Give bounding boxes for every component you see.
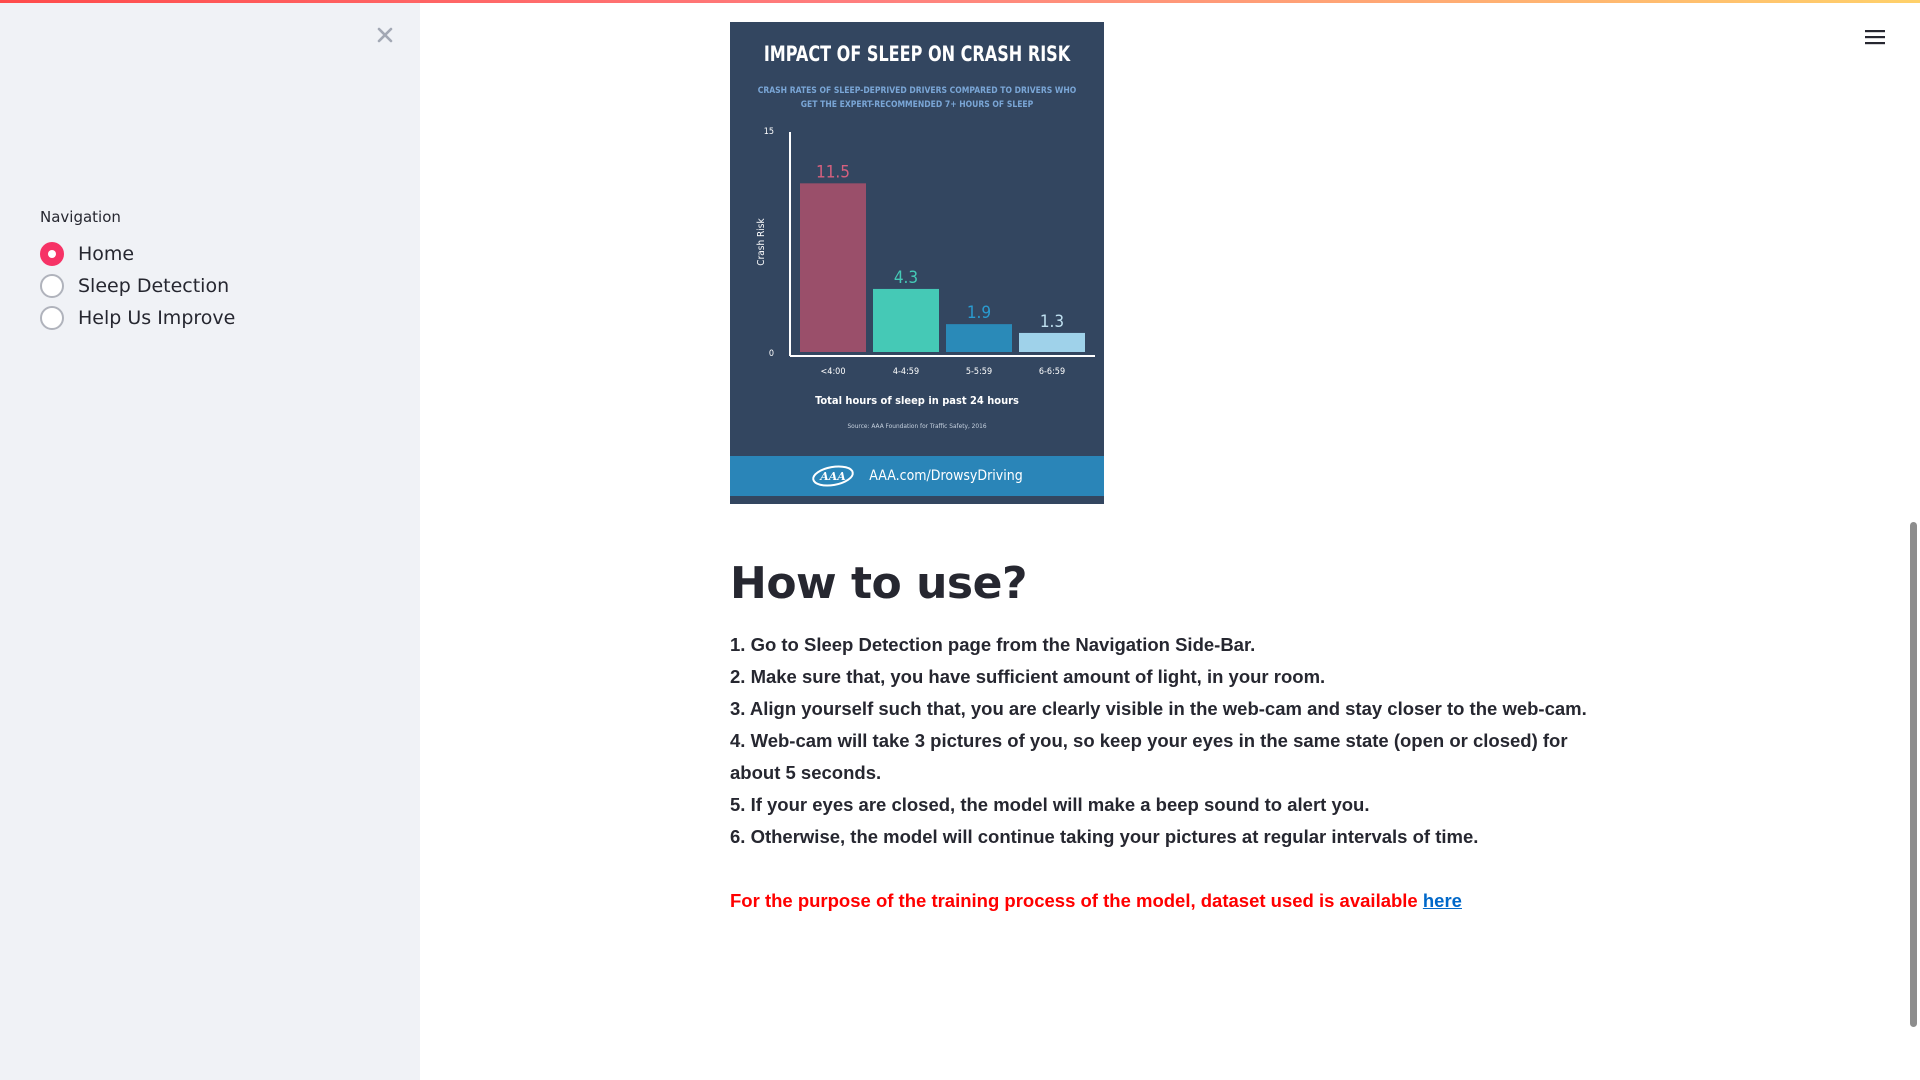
navigation-radio-group: Home Sleep Detection Help Us Improve: [40, 238, 235, 334]
vertical-scrollbar[interactable]: [1910, 522, 1917, 1027]
bar-value-label: 11.5: [816, 162, 850, 182]
bar-value-label: 1.3: [1040, 312, 1064, 332]
infographic-footer: AAA AAA.com/DrowsyDriving: [730, 456, 1104, 496]
instruction-step: 1. Go to Sleep Detection page from the N…: [730, 634, 1256, 655]
bar-value-label: 1.9: [967, 303, 991, 323]
how-to-use-heading: How to use?: [730, 558, 1027, 609]
hamburger-menu-button[interactable]: [1860, 24, 1890, 50]
y-axis-label: Crash Risk: [756, 218, 767, 266]
top-decoration-bar: [0, 0, 1920, 3]
nav-option-home[interactable]: Home: [40, 238, 235, 270]
aaa-logo-text: AAA: [819, 470, 846, 483]
close-sidebar-button[interactable]: [368, 18, 402, 52]
instruction-step: 2. Make sure that, you have sufficient a…: [730, 666, 1326, 687]
instruction-step: 5. If your eyes are closed, the model wi…: [730, 794, 1370, 815]
crash-risk-bar-chart: 15 0 Crash Risk 11.5 <4:00 4.3 4-4:59 1.9 5-5:59…: [756, 127, 1095, 430]
y-tick-label: 15: [764, 127, 774, 137]
nav-option-home-label: Home: [78, 243, 135, 265]
main-content: IMPACT OF SLEEP ON CRASH RISK Crash rate…: [730, 22, 1610, 917]
radio-dot: [48, 250, 56, 258]
aaa-logo-icon: AAA: [812, 465, 855, 487]
radio-button-help-us-improve[interactable]: [40, 306, 64, 330]
x-tick-label: 6-6:59: [1039, 367, 1065, 377]
x-tick-label: <4:00: [821, 367, 846, 377]
x-tick-label: 5-5:59: [966, 367, 992, 377]
sidebar: Navigation Home Sleep Detection Help Us …: [0, 0, 420, 1080]
nav-option-help-us-improve[interactable]: Help Us Improve: [40, 302, 235, 334]
instruction-step: 4. Web-cam will take 3 pictures of you, …: [730, 730, 1568, 783]
y-tick-label: 0: [769, 349, 774, 359]
nav-option-sleep-detection-label: Sleep Detection: [78, 275, 230, 297]
nav-option-help-us-improve-label: Help Us Improve: [78, 307, 236, 329]
infographic-footer-url: AAA.com/DrowsyDriving: [869, 468, 1023, 484]
crash-risk-infographic: IMPACT OF SLEEP ON CRASH RISK Crash rate…: [730, 22, 1104, 504]
dataset-note-text: For the purpose of the training process …: [730, 890, 1423, 911]
x-axis-label: Total hours of sleep in past 24 hours: [815, 394, 1019, 407]
x-tick-label: 4-4:59: [893, 367, 919, 377]
bar: [800, 183, 866, 352]
radio-button-sleep-detection[interactable]: [40, 274, 64, 298]
dataset-note: For the purpose of the training process …: [730, 885, 1610, 917]
radio-button-home[interactable]: [40, 242, 64, 266]
instruction-step: 6. Otherwise, the model will continue ta…: [730, 826, 1479, 847]
nav-option-sleep-detection[interactable]: Sleep Detection: [40, 270, 235, 302]
bar-value-label: 4.3: [894, 268, 918, 288]
dataset-link[interactable]: here: [1423, 890, 1462, 911]
navigation-label: Navigation: [40, 208, 121, 226]
close-icon: [377, 27, 393, 43]
source-label: Source: AAA Foundation for Traffic Safet…: [847, 422, 986, 430]
instruction-step: 3. Align yourself such that, you are cle…: [730, 698, 1587, 719]
bar: [946, 324, 1012, 352]
bar: [873, 288, 939, 352]
hamburger-menu-icon: [1865, 30, 1885, 45]
instructions-list: 1. Go to Sleep Detection page from the N…: [730, 629, 1610, 853]
bar: [1019, 332, 1085, 352]
